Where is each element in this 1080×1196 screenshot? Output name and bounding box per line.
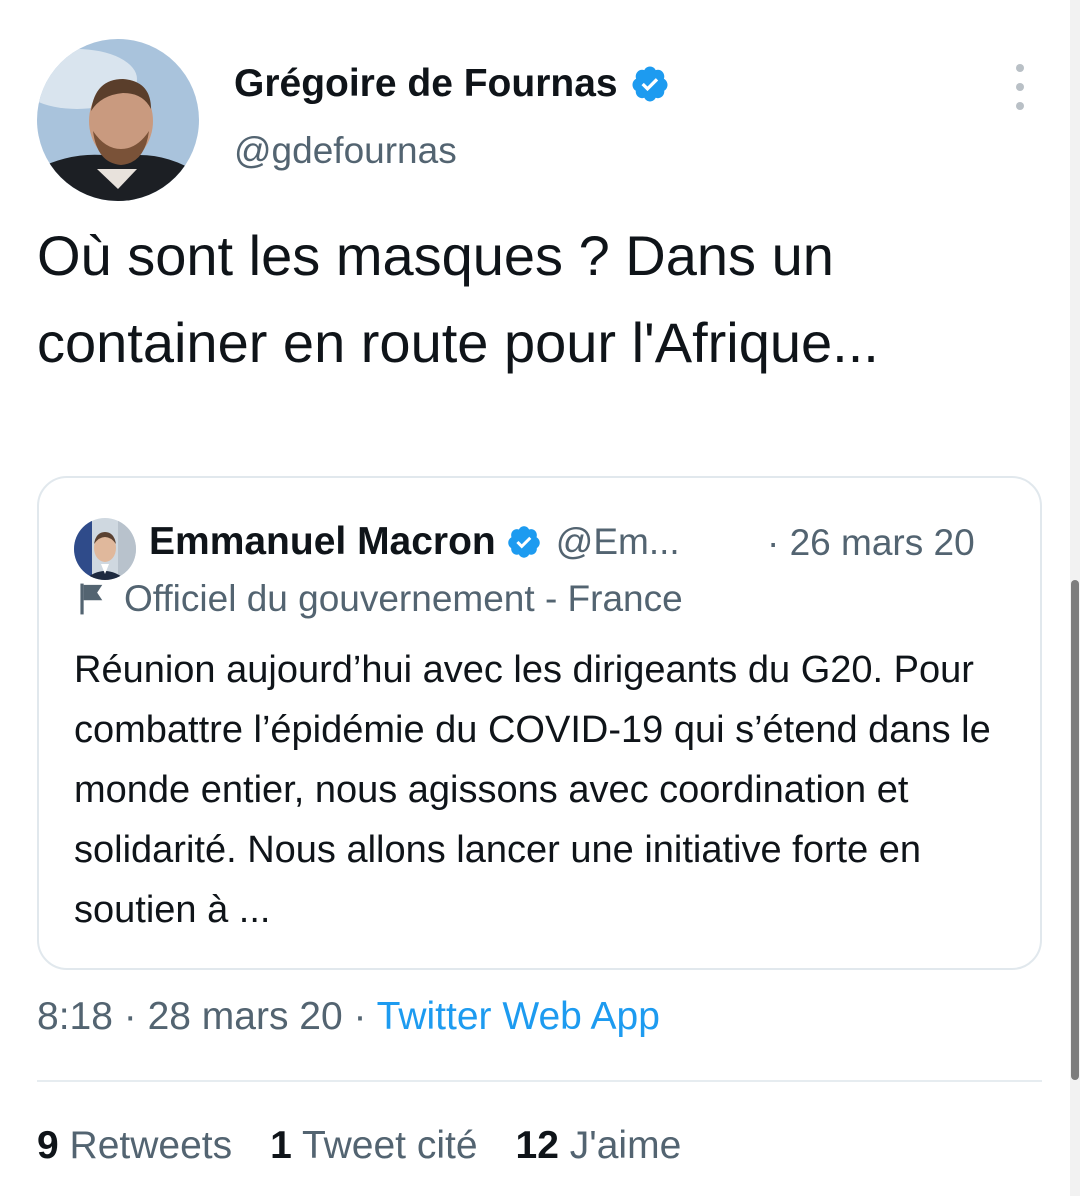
likes-count: 12	[515, 1124, 559, 1167]
tweet-metadata: 8:18 · 28 mars 20 · Twitter Web App	[37, 995, 660, 1039]
quoted-author-avatar-image	[74, 518, 136, 580]
tweet-time[interactable]: 8:18	[37, 995, 113, 1038]
scrollbar-thumb[interactable]	[1071, 580, 1079, 1080]
author-name[interactable]: Grégoire de Fournas	[234, 62, 618, 106]
likes-label: J'aime	[569, 1124, 682, 1167]
author-handle[interactable]: @gdefournas	[234, 130, 457, 172]
retweets-label: Retweets	[69, 1124, 233, 1167]
author-avatar-image	[37, 39, 199, 201]
scrollbar[interactable]	[1070, 0, 1080, 1196]
quoted-tweet-text: Réunion aujourd’hui avec les dirigeants …	[74, 649, 991, 931]
divider	[37, 1080, 1042, 1082]
source-app-link[interactable]: Twitter Web App	[377, 995, 660, 1038]
government-label: Officiel du gouvernement - France	[124, 578, 683, 619]
verified-badge-icon	[632, 66, 668, 102]
quoted-author-handle[interactable]: @Em...	[556, 521, 680, 563]
retweets-stat[interactable]: 9 Retweets	[37, 1124, 232, 1168]
more-dot	[1016, 64, 1024, 72]
tweet-text: Où sont les masques ? Dans un container …	[37, 224, 879, 374]
tweet-date[interactable]: 28 mars 20	[148, 995, 343, 1038]
author-avatar[interactable]	[37, 39, 199, 201]
quoted-tweet-date[interactable]: · 26 mars 20	[767, 522, 975, 564]
verified-badge-icon	[508, 526, 540, 558]
quoted-author-avatar[interactable]	[74, 518, 136, 580]
quoted-tweet-card[interactable]: Emmanuel Macron @Em... · 26 mars 20 Offi…	[37, 476, 1042, 970]
more-dot	[1016, 83, 1024, 91]
tweet-stats: 9 Retweets 1 Tweet cité 12 J'aime	[37, 1124, 681, 1168]
meta-separator: ·	[112, 995, 148, 1038]
quoted-author-name[interactable]: Emmanuel Macron	[149, 520, 496, 564]
quotes-stat[interactable]: 1 Tweet cité	[270, 1124, 477, 1168]
more-options-icon[interactable]	[1005, 64, 1035, 110]
quotes-label: Tweet cité	[301, 1124, 478, 1167]
flag-icon	[80, 583, 103, 615]
more-dot	[1016, 102, 1024, 110]
meta-separator: ·	[342, 995, 377, 1038]
retweets-count: 9	[37, 1124, 59, 1167]
likes-stat[interactable]: 12 J'aime	[516, 1124, 682, 1168]
quotes-count: 1	[270, 1124, 292, 1167]
